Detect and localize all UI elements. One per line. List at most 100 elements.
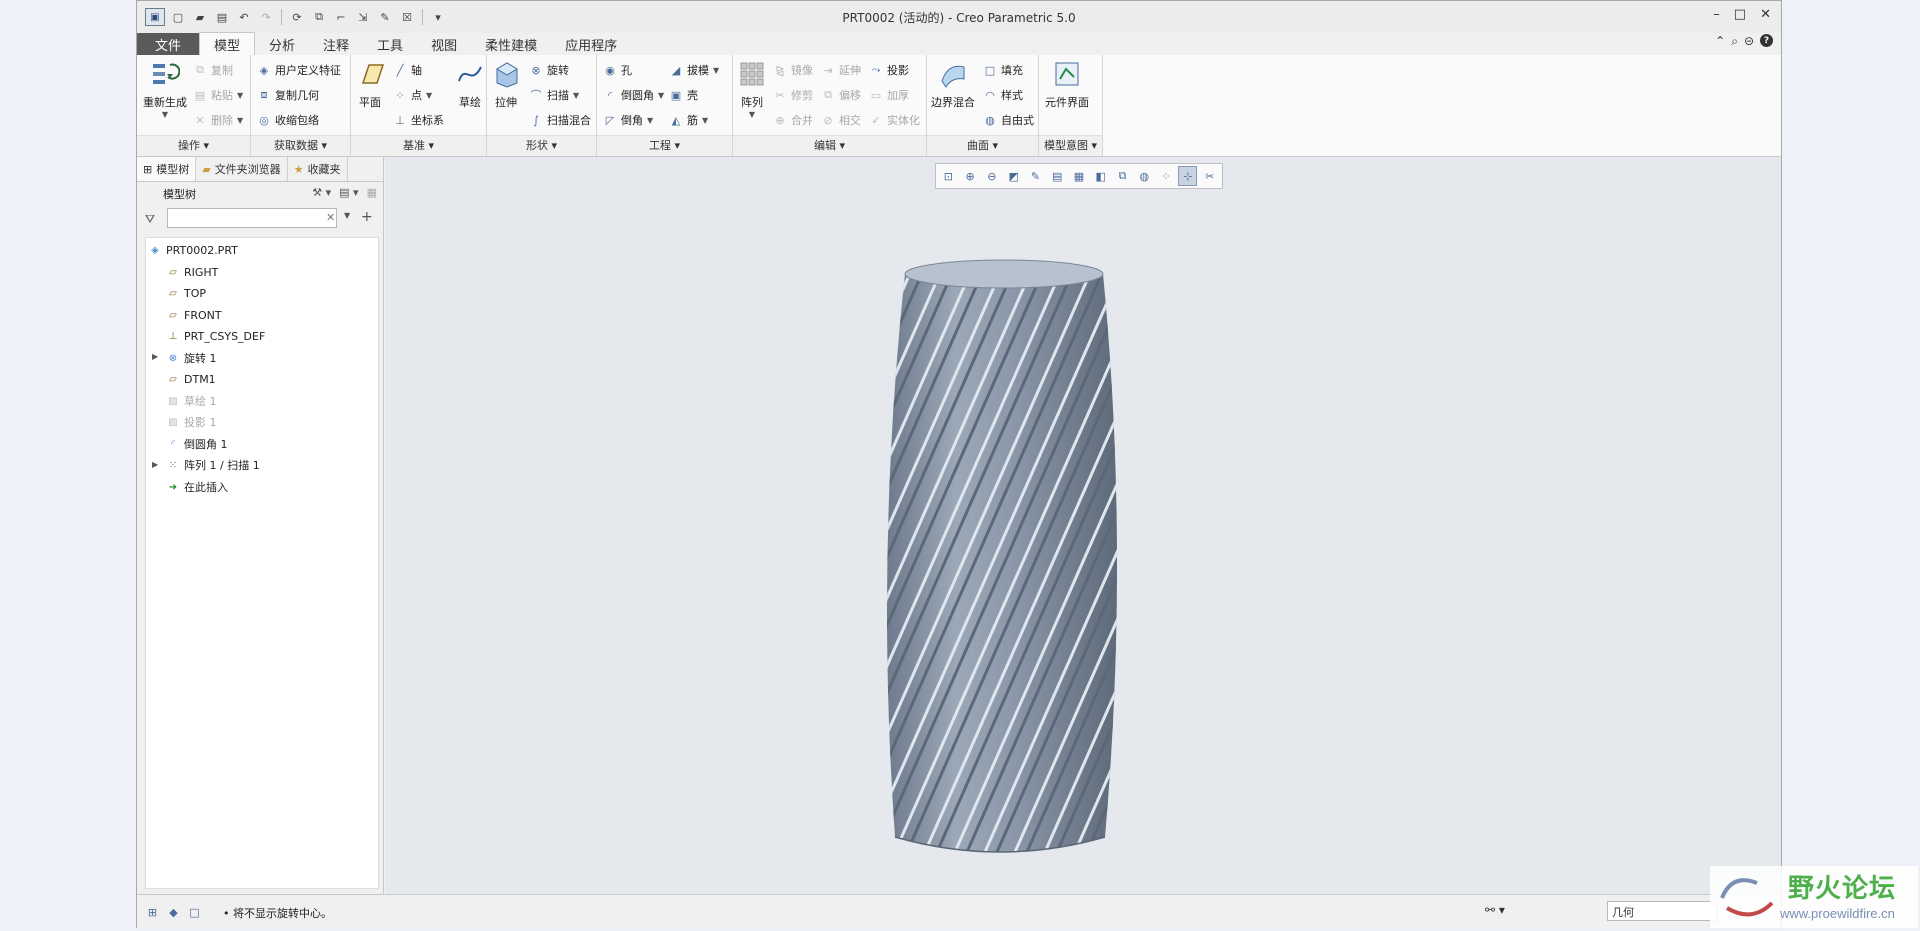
tree-node-revolve[interactable]: ⊗ 旋转 1 [167, 348, 217, 368]
group-label-surfaces[interactable]: 曲面 ▾ [927, 135, 1038, 156]
tree-node-right[interactable]: ▱ RIGHT [167, 262, 218, 282]
group-label-get-data[interactable]: 获取数据 ▾ [251, 135, 350, 156]
tree-node-top[interactable]: ▱ TOP [167, 283, 206, 303]
spin-center-icon[interactable]: ⊹ [1178, 166, 1198, 186]
find-binoculars-icon[interactable]: ⚯ ▾ [1485, 903, 1505, 917]
group-label-engineering[interactable]: 工程 ▾ [597, 135, 732, 156]
navigator-toggle-icon[interactable]: ⊞ [145, 905, 160, 920]
style-button[interactable]: ◠ 样式 [983, 85, 1023, 105]
round-button[interactable]: ◜ 倒圆角 ▼ [603, 85, 664, 105]
group-label-model-intent[interactable]: 模型意图 ▾ [1039, 135, 1102, 156]
revolve-button[interactable]: ⊗ 旋转 [529, 60, 569, 80]
annotation-display-icon[interactable]: ✂ [1200, 166, 1219, 186]
minimize-button[interactable]: – [1713, 7, 1720, 22]
boundary-blend-button[interactable]: 边界混合 [931, 59, 975, 110]
graphics-window[interactable]: ⊡ ⊕ ⊖ ◩ ✎ ▤ ▦ ◧ ⧉ ◍ ⁘ ⊹ ✂ [385, 157, 1781, 894]
offset-button[interactable]: ⧉ 偏移 [821, 85, 861, 105]
tab-view[interactable]: 视图 [417, 33, 471, 55]
filter-icon[interactable]: ⛛ [145, 212, 155, 227]
tab-folder-browser[interactable]: ▰ 文件夹浏览器 [196, 157, 288, 181]
group-label-shapes[interactable]: 形状 ▾ [487, 135, 596, 156]
copy-button[interactable]: ⧉ 复制 [193, 60, 233, 80]
search-icon[interactable]: ⌕ [1731, 34, 1738, 49]
trim-button[interactable]: ✂ 修剪 [773, 85, 813, 105]
tree-node-insert-here[interactable]: ➜ 在此插入 [167, 477, 228, 497]
udf-button[interactable]: ◈ 用户定义特征 [257, 60, 341, 80]
tree-search-input[interactable] [167, 208, 337, 228]
display-style-icon[interactable]: ▤ [1048, 166, 1067, 186]
tree-node-csys[interactable]: ⊥ PRT_CSYS_DEF [167, 326, 266, 346]
sweep-button[interactable]: ⌒ 扫描 ▼ [529, 85, 580, 105]
tree-node-front[interactable]: ▱ FRONT [167, 305, 221, 325]
repaint-icon[interactable]: ◩ [1004, 166, 1023, 186]
tab-model[interactable]: 模型 [199, 32, 256, 55]
appearance-icon[interactable]: ◍ [1135, 166, 1154, 186]
freestyle-button[interactable]: ◍ 自由式 [983, 110, 1034, 130]
expand-arrow-icon[interactable]: ▶ [152, 460, 158, 469]
perspective-icon[interactable]: ⧉ [1113, 166, 1132, 186]
tab-model-tree[interactable]: ⊞ 模型树 [137, 157, 197, 181]
intersect-button[interactable]: ⊘ 相交 [821, 110, 861, 130]
chevron-down-icon[interactable]: ▼ [344, 211, 350, 220]
rib-button[interactable]: ◭ 筋 ▼ [669, 110, 708, 130]
shell-button[interactable]: ▣ 壳 [669, 85, 698, 105]
zoom-in-icon[interactable]: ⊕ [961, 166, 980, 186]
collapse-ribbon-icon[interactable]: ⌃ [1715, 34, 1725, 49]
point-button[interactable]: ⁘ 点 ▼ [393, 85, 432, 105]
axis-button[interactable]: ╱ 轴 [393, 60, 422, 80]
datum-display-icon[interactable]: ⁘ [1157, 166, 1176, 186]
close-button[interactable]: ✕ [1760, 7, 1771, 22]
hole-button[interactable]: ◉ 孔 [603, 60, 632, 80]
group-label-datum[interactable]: 基准 ▾ [351, 135, 486, 156]
clear-search-icon[interactable]: ✕ [326, 211, 335, 224]
community-icon[interactable]: ⊝ [1744, 34, 1754, 49]
tree-node-part[interactable]: ◈ PRT0002.PRT [149, 240, 238, 260]
component-interface-button[interactable]: 元件界面 [1045, 59, 1089, 110]
group-label-edit[interactable]: 编辑 ▾ [733, 135, 926, 156]
plane-button[interactable]: 平面 [355, 59, 385, 110]
tree-node-round[interactable]: ◜ 倒圆角 1 [167, 434, 227, 454]
tab-file[interactable]: 文件 [137, 33, 199, 55]
tree-show-icon[interactable]: ▤ ▾ [339, 186, 358, 199]
maximize-button[interactable]: □ [1734, 7, 1746, 22]
tree-node-sketch[interactable]: ▨ 草绘 1 [167, 391, 216, 411]
shrinkwrap-button[interactable]: ◎ 收缩包络 [257, 110, 319, 130]
tree-node-pattern[interactable]: ⁙ 阵列 1 / 扫描 1 [167, 455, 260, 475]
expand-arrow-icon[interactable]: ▶ [152, 352, 158, 361]
chamfer-button[interactable]: ◸ 倒角 ▼ [603, 110, 653, 130]
delete-button[interactable]: ✕ 删除 ▼ [193, 110, 243, 130]
merge-button[interactable]: ⊕ 合并 [773, 110, 813, 130]
browser-toggle-icon[interactable]: ◆ [166, 905, 181, 920]
tab-annotate[interactable]: 注释 [309, 33, 363, 55]
group-label-operations[interactable]: 操作 ▾ [137, 135, 250, 156]
tree-node-dtm1[interactable]: ▱ DTM1 [167, 369, 216, 389]
twisted-cylinder-model[interactable] [875, 252, 1135, 875]
extrude-button[interactable]: 拉伸 [491, 59, 521, 110]
tab-flexible-modeling[interactable]: 柔性建模 [471, 33, 551, 55]
help-icon[interactable]: ? [1760, 34, 1773, 47]
swept-blend-button[interactable]: ∫ 扫描混合 [529, 110, 591, 130]
solidify-button[interactable]: ✓ 实体化 [869, 110, 920, 130]
tree-settings-icon[interactable]: ⚒ ▾ [312, 186, 331, 199]
fullscreen-icon[interactable]: □ [187, 905, 202, 920]
regenerate-button[interactable]: 重新生成 ▼ [143, 59, 187, 119]
selection-filter-dropdown[interactable]: 几何 [1607, 901, 1717, 921]
thicken-button[interactable]: ▭ 加厚 [869, 85, 909, 105]
tree-columns-icon[interactable]: ▦ [367, 186, 377, 199]
paste-button[interactable]: ▤ 粘贴 ▼ [193, 85, 243, 105]
section-icon[interactable]: ◧ [1091, 166, 1110, 186]
zoom-out-icon[interactable]: ⊖ [983, 166, 1002, 186]
draft-button[interactable]: ◢ 拔模 ▼ [669, 60, 719, 80]
refit-icon[interactable]: ⊡ [939, 166, 958, 186]
tree-node-project[interactable]: ▨ 投影 1 [167, 412, 216, 432]
pattern-button[interactable]: 阵列 ▼ [737, 59, 767, 119]
tab-tools[interactable]: 工具 [363, 33, 417, 55]
sketch-button[interactable]: 草绘 [455, 59, 485, 110]
saved-views-icon[interactable]: ▦ [1070, 166, 1089, 186]
csys-button[interactable]: ⊥ 坐标系 [393, 110, 444, 130]
mirror-button[interactable]: ⧎ 镜像 [773, 60, 813, 80]
tab-favorites[interactable]: ★ 收藏夹 [288, 157, 348, 181]
add-filter-icon[interactable]: + [361, 209, 373, 225]
extend-button[interactable]: ⇥ 延伸 [821, 60, 861, 80]
view-manager-icon[interactable]: ✎ [1026, 166, 1045, 186]
